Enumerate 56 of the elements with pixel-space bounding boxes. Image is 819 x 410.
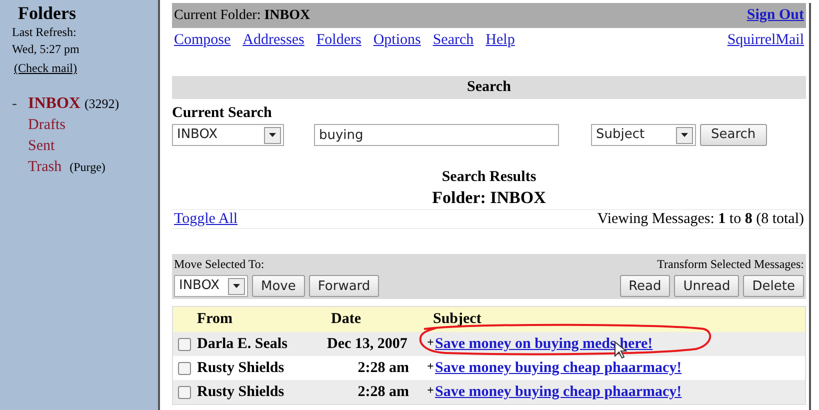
refresh-label: Last Refresh: [12,24,78,41]
action-button[interactable]: Forward [308,275,380,297]
flag-mark: + [427,358,435,375]
search-field[interactable]: buying [314,124,559,146]
collapse-marker: - [12,94,18,114]
row-checkbox[interactable] [178,338,191,350]
folder-link[interactable]: Drafts [28,114,66,134]
action-button[interactable]: Read [620,275,670,297]
field-dropdown[interactable]: Subject [591,124,696,146]
flag-mark: + [427,334,435,351]
folder-dropdown[interactable]: INBOX [172,124,284,146]
date-cell-text: Dec 13, 2007 [327,334,408,354]
message-count: (3292) [84,94,120,113]
toggle-all-link[interactable]: Toggle All [174,208,238,230]
nav-link[interactable]: Compose [174,29,231,52]
subject-link[interactable]: Save money buying cheap phaarmacy! [435,356,682,380]
column-header: Subject [433,310,482,330]
column-header: Date [331,310,362,330]
purge-link[interactable]: (Purge) [70,156,106,176]
sign-out-link[interactable]: Sign Out [746,4,804,27]
viewing-messages-text: Viewing Messages: 1 to 8 (8 total) [597,210,804,229]
folder-link[interactable]: INBOX [28,94,80,114]
search-title: Search [467,78,511,98]
current-folder-label: Current Folder: INBOX [174,7,310,25]
message-row[interactable]: Rusty Shields 2:28 am +Save money buying cheap phaarmacy! [173,380,805,404]
current-search-label: Current Search [172,104,273,123]
transform-label: Transform Selected Messages: [657,256,804,273]
sender-cell-text: Darla E. Seals [197,334,288,354]
action-button[interactable]: Move [252,275,305,297]
results-title: Search Results [440,168,538,187]
action-button[interactable]: Unread [674,275,740,297]
sender-cell-text: Rusty Shields [197,382,286,402]
check-mail-link[interactable]: (Check mail) [14,61,77,75]
sidebar-title: Folders [17,2,77,24]
row-checkbox[interactable] [178,386,191,398]
nav-link[interactable]: Search [432,29,474,52]
nav-link[interactable]: Folders [316,29,362,52]
nav-link[interactable]: Options [373,29,421,52]
date-cell-text: 2:28 am [356,382,410,402]
flag-mark: + [427,382,435,399]
brand-link[interactable]: SquirrelMail [727,29,804,52]
refresh-time: Wed, 5:27 pm [12,41,80,58]
move-folder-dropdown[interactable]: INBOX [174,275,248,297]
folder-link[interactable]: Sent [28,136,55,156]
move-label: Move Selected To: [174,256,264,273]
action-button[interactable]: Delete [743,275,804,297]
sender-cell-text: Rusty Shields [197,358,286,378]
date-cell-text: 2:28 am [356,358,410,378]
nav-link[interactable]: Help [486,29,515,52]
column-header: From [197,310,234,330]
folder-link[interactable]: Trash [28,156,62,176]
nav-link[interactable]: Addresses [242,29,304,52]
search-button[interactable]: Search [700,124,767,146]
subject-link[interactable]: Save money buying cheap phaarmacy! [435,380,682,404]
row-checkbox[interactable] [178,362,191,374]
results-folder: Folder: INBOX [431,187,547,209]
